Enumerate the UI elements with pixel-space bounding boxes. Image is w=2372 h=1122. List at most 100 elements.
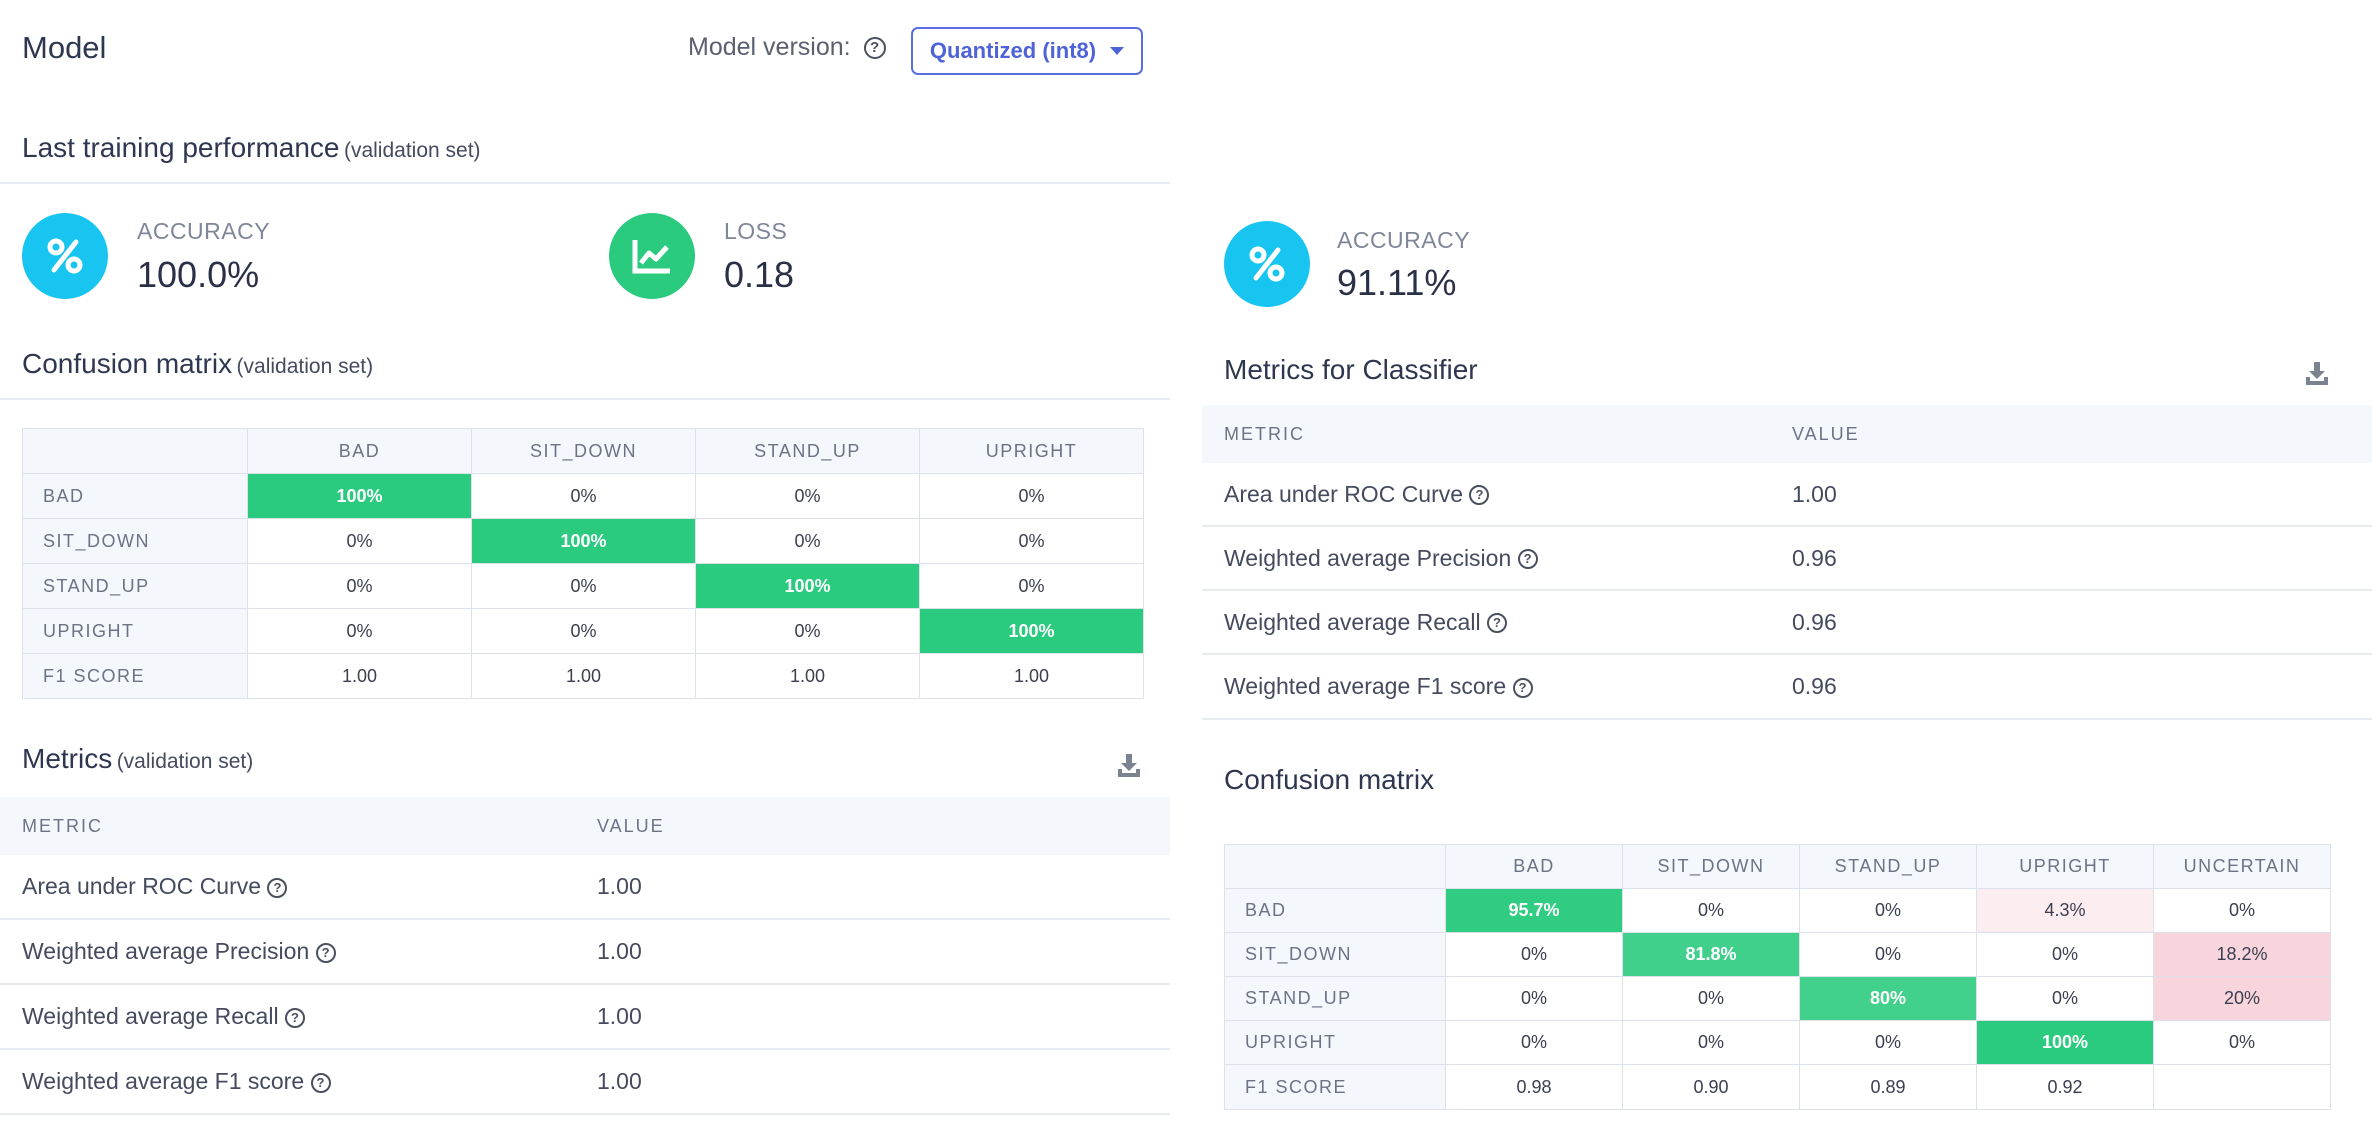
column-header: METRIC <box>1202 405 1770 463</box>
metric-name: Weighted average Precision <box>22 938 310 964</box>
column-header: UNCERTAIN <box>2153 844 2331 889</box>
help-icon[interactable]: ? <box>284 1007 305 1028</box>
metric-value: 1.00 <box>575 1049 1170 1115</box>
matrix-cell: 0% <box>695 518 920 564</box>
matrix-cell: 0% <box>695 473 920 519</box>
metrics-heading: Metrics (validation set) <box>22 743 253 775</box>
metric-value: 0.96 <box>1770 654 2372 720</box>
column-header: VALUE <box>1770 405 2372 463</box>
confusion-matrix-title: Confusion matrix <box>1224 764 1435 795</box>
matrix-cell: 0% <box>2153 888 2331 933</box>
table-row: STAND_UP 0% 0% 100% 0% <box>22 563 1144 609</box>
matrix-cell: 0% <box>919 563 1144 609</box>
training-performance-heading: Last training performance (validation se… <box>22 132 481 164</box>
help-icon[interactable]: ? <box>1512 677 1533 698</box>
matrix-cell: 0% <box>1445 976 1623 1021</box>
matrix-cell: 100% <box>695 563 920 609</box>
matrix-cell: 0% <box>1445 1020 1623 1065</box>
training-title: Last training performance <box>22 132 340 163</box>
f1-cell: 1.00 <box>471 653 696 699</box>
table-row: BAD 95.7% 0% 0% 4.3% 0% <box>1224 888 2331 933</box>
table-row: Weighted average F1 score ? 1.00 <box>0 1049 1170 1115</box>
help-icon[interactable]: ? <box>1486 613 1507 634</box>
metrics-subtitle: (validation set) <box>116 750 254 773</box>
metric-name: Weighted average Precision <box>1224 544 1512 571</box>
table-row: Weighted average Precision ? 1.00 <box>0 919 1170 985</box>
loss-value: 0.18 <box>724 254 795 295</box>
f1-cell: 0.98 <box>1445 1064 1623 1110</box>
column-header: STAND_UP <box>1799 844 1977 889</box>
metrics-title: Metrics <box>22 743 113 774</box>
chevron-down-icon <box>1110 47 1125 55</box>
f1-cell: 1.00 <box>247 653 472 699</box>
matrix-cell: 0% <box>471 563 696 609</box>
download-icon[interactable] <box>2304 360 2330 391</box>
download-icon[interactable] <box>1116 752 1142 783</box>
metric-name-cell: Weighted average F1 score ? <box>1202 654 1770 720</box>
f1-cell <box>2153 1064 2331 1110</box>
f1-cell: 0.89 <box>1799 1064 1977 1110</box>
matrix-cell: 0% <box>1622 1020 1800 1065</box>
classifier-metrics-table: METRIC VALUE Area under ROC Curve ? 1.00… <box>1202 405 2372 720</box>
row-header: UPRIGHT <box>22 608 248 654</box>
row-header: SIT_DOWN <box>22 518 248 564</box>
column-header: UPRIGHT <box>919 428 1144 474</box>
column-header: SIT_DOWN <box>1622 844 1800 889</box>
metric-name: Area under ROC Curve <box>22 873 262 899</box>
row-header: F1 SCORE <box>22 653 248 699</box>
table-header-row: BAD SIT_DOWN STAND_UP UPRIGHT UNCERTAIN <box>1224 844 2331 889</box>
matrix-cell: 0% <box>1799 932 1977 977</box>
matrix-cell: 100% <box>247 473 472 519</box>
model-version-label: Model version: ? <box>688 33 886 62</box>
matrix-cell: 100% <box>919 608 1144 654</box>
table-row: Area under ROC Curve ? 1.00 <box>0 855 1170 920</box>
help-icon[interactable]: ? <box>1517 549 1538 570</box>
table-row: Weighted average F1 score ? 0.96 <box>1202 654 2372 720</box>
matrix-cell: 0% <box>919 473 1144 519</box>
matrix-cell: 80% <box>1799 976 1977 1021</box>
line-chart-icon <box>609 213 695 299</box>
row-header: UPRIGHT <box>1224 1020 1446 1065</box>
metric-name: Weighted average Recall <box>1224 608 1481 635</box>
matrix-cell: 4.3% <box>1976 888 2154 933</box>
matrix-cell: 81.8% <box>1622 932 1800 977</box>
matrix-cell: 18.2% <box>2153 932 2331 977</box>
metric-value: 1.00 <box>575 984 1170 1050</box>
help-icon[interactable]: ? <box>267 877 288 898</box>
percent-icon <box>22 213 108 299</box>
metric-name-cell: Area under ROC Curve ? <box>0 855 575 920</box>
metric-value: 0.96 <box>1770 526 2372 591</box>
metric-value: 0.96 <box>1770 590 2372 655</box>
matrix-cell: 95.7% <box>1445 888 1623 933</box>
matrix-cell: 0% <box>247 608 472 654</box>
matrix-cell: 0% <box>695 608 920 654</box>
model-version-value: Quantized (int8) <box>929 38 1097 63</box>
model-version-dropdown[interactable]: Quantized (int8) <box>911 27 1143 75</box>
accuracy-label: ACCURACY <box>1337 227 1471 253</box>
row-header: SIT_DOWN <box>1224 932 1446 977</box>
help-icon[interactable]: ? <box>310 1072 331 1093</box>
metric-value: 1.00 <box>575 855 1170 920</box>
row-header: F1 SCORE <box>1224 1064 1446 1110</box>
matrix-cell: 0% <box>471 608 696 654</box>
confusion-matrix-subtitle: (validation set) <box>236 355 374 378</box>
matrix-cell: 0% <box>1445 932 1623 977</box>
help-icon[interactable]: ? <box>1469 485 1490 506</box>
matrix-cell: 0% <box>247 563 472 609</box>
column-header: METRIC <box>0 797 575 855</box>
percent-icon <box>1224 221 1310 307</box>
help-icon[interactable]: ? <box>863 37 886 60</box>
table-row: STAND_UP 0% 0% 80% 0% 20% <box>1224 976 2331 1021</box>
metric-name-cell: Weighted average Recall ? <box>1202 590 1770 655</box>
accuracy-value: 91.11% <box>1337 262 1457 303</box>
matrix-cell: 0% <box>2153 1020 2331 1065</box>
metric-name-cell: Weighted average Recall ? <box>0 984 575 1050</box>
metric-name-cell: Weighted average Precision ? <box>0 919 575 985</box>
loss-label: LOSS <box>724 218 788 244</box>
table-header-row: BAD SIT_DOWN STAND_UP UPRIGHT <box>22 428 1144 474</box>
matrix-cell: 0% <box>247 518 472 564</box>
help-icon[interactable]: ? <box>315 942 336 963</box>
column-header: BAD <box>247 428 472 474</box>
table-row: Weighted average Precision ? 0.96 <box>1202 526 2372 591</box>
column-header: SIT_DOWN <box>471 428 696 474</box>
